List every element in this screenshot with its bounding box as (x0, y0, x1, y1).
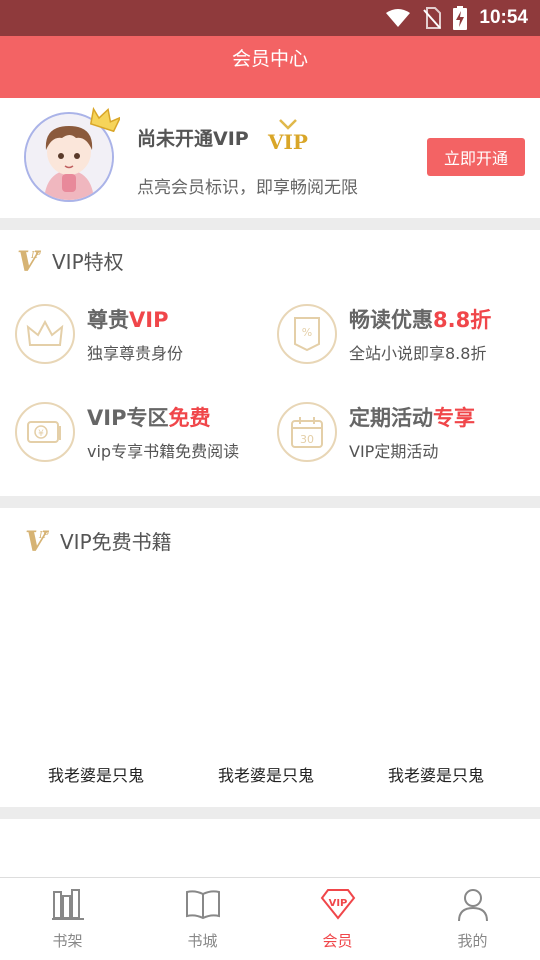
vip-privileges-section: V IP VIP特权 尊贵VIP 独享尊贵身份 % 畅读优惠8.8折 全站小说即… (0, 230, 540, 496)
crown-icon (26, 319, 64, 346)
privilege-title: 尊贵VIP (87, 308, 169, 332)
privilege-title: VIP专区免费 (87, 406, 211, 430)
book-title[interactable]: 我老婆是只鬼 (11, 762, 181, 786)
book-title[interactable]: 我老婆是只鬼 (351, 762, 521, 786)
user-icon (457, 889, 488, 922)
bottom-tab-bar: 书架 书城 VIP 会员 我的 (0, 877, 540, 960)
privilege-subtitle: VIP定期活动 (349, 442, 439, 461)
privilege-subtitle: 全站小说即享8.8折 (349, 344, 487, 363)
vip-badge-icon: VIP (267, 119, 308, 154)
book-title[interactable]: 我老婆是只鬼 (181, 762, 351, 786)
svg-text:30: 30 (300, 433, 314, 446)
member-profile-card: 尚未开通VIP VIP 点亮会员标识，即享畅阅无限 立即开通 (0, 98, 540, 218)
vip-diamond-icon: VIP (320, 889, 355, 920)
vip-badge-text: VIP (267, 130, 308, 154)
free-books-header: V IP VIP免费书籍 (24, 524, 172, 556)
privilege-title: 定期活动专享 (349, 406, 475, 430)
svg-text:IP: IP (30, 251, 42, 261)
privilege-item-noble-vip[interactable]: 尊贵VIP 独享尊贵身份 (15, 304, 265, 374)
battery-charging-icon (453, 6, 468, 30)
calendar-icon: 30 (291, 417, 323, 448)
vip-logo-icon: V IP (25, 525, 50, 556)
page-title: 会员中心 (231, 48, 308, 70)
status-bar: 10:54 (0, 0, 540, 36)
bookshelf-icon (51, 889, 84, 920)
membership-description: 点亮会员标识，即享畅阅无限 (137, 178, 358, 198)
privilege-subtitle: vip专享书籍免费阅读 (87, 442, 240, 461)
free-books-title: VIP免费书籍 (60, 529, 172, 554)
svg-text:IP: IP (38, 531, 50, 541)
privilege-icon-circle: ¥ (15, 402, 75, 462)
wifi-icon (386, 9, 411, 27)
tab-bookshelf[interactable]: 书架 (0, 878, 135, 960)
privilege-subtitle: 独享尊贵身份 (87, 344, 184, 363)
vip-logo-icon: V IP (17, 245, 42, 276)
privilege-icon-circle (15, 304, 75, 364)
privileges-header: V IP VIP特权 (16, 244, 124, 276)
svg-text:%: % (302, 326, 312, 339)
crown-icon (90, 106, 120, 132)
free-books-list: 我老婆是只鬼 我老婆是只鬼 我老婆是只鬼 (0, 762, 540, 786)
privilege-item-activities[interactable]: 30 定期活动专享 VIP定期活动 (277, 402, 527, 472)
empty-section (0, 819, 540, 877)
tab-label: 书城 (187, 932, 218, 950)
privileges-title: VIP特权 (52, 249, 124, 274)
tab-label: 会员 (322, 932, 353, 950)
tab-bookstore[interactable]: 书城 (135, 878, 270, 960)
tab-mine[interactable]: 我的 (405, 878, 540, 960)
vip-free-books-section: V IP VIP免费书籍 我老婆是只鬼 我老婆是只鬼 我老婆是只鬼 (0, 508, 540, 807)
status-time: 10:54 (479, 7, 528, 28)
privilege-title: 畅读优惠8.8折 (349, 308, 492, 332)
tab-label: 我的 (457, 932, 488, 950)
svg-text:VIP: VIP (328, 898, 347, 909)
svg-text:¥: ¥ (38, 429, 44, 439)
title-bar: 会员中心 (0, 36, 540, 98)
discount-icon: % (294, 317, 320, 352)
privilege-icon-circle: % (277, 304, 337, 364)
open-vip-button[interactable]: 立即开通 (427, 138, 525, 176)
no-sim-icon (423, 7, 442, 29)
privilege-icon-circle: 30 (277, 402, 337, 462)
tab-label: 书架 (52, 932, 83, 950)
membership-status: 尚未开通VIP (137, 128, 249, 150)
privilege-item-discount[interactable]: % 畅读优惠8.8折 全站小说即享8.8折 (277, 304, 527, 374)
tab-membership[interactable]: VIP 会员 (270, 878, 405, 960)
ticket-icon: ¥ (27, 421, 61, 443)
privilege-item-vip-zone[interactable]: ¥ VIP专区免费 vip专享书籍免费阅读 (15, 402, 265, 472)
book-icon (185, 890, 220, 920)
